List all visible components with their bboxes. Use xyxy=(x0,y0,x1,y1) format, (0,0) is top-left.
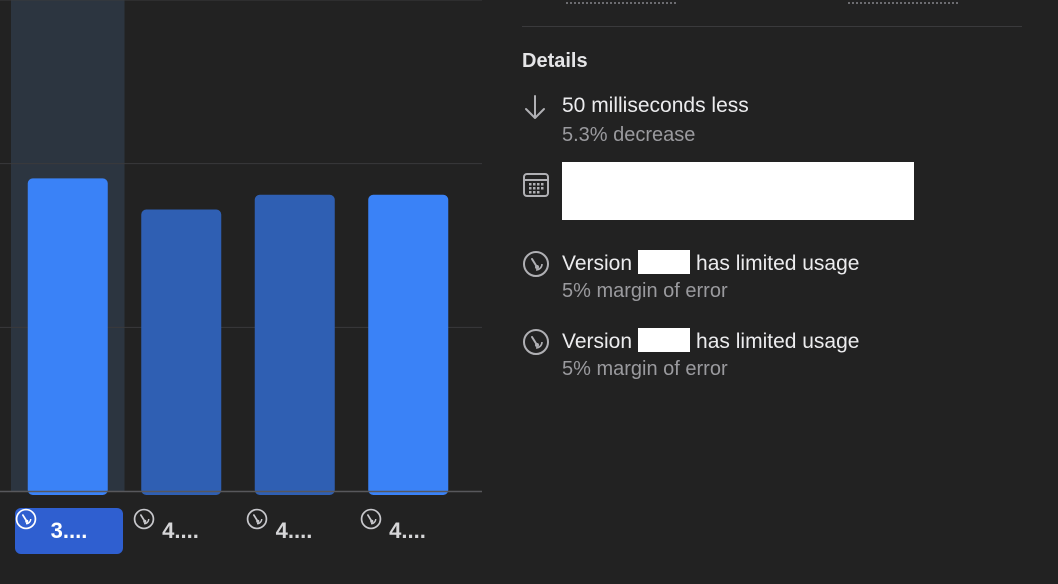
version-selector: 3.... 4.... 4.... 4.... xyxy=(0,508,482,554)
version-tab-label: 3.... xyxy=(50,518,88,543)
bar-chart: 3.... 4.... 4.... 4.... xyxy=(0,0,482,584)
margin-of-error: 5% margin of error xyxy=(562,358,728,380)
version-prefix: Version xyxy=(562,252,633,275)
gauge-icon xyxy=(523,329,549,355)
version-tab[interactable]: 4.... xyxy=(133,508,229,554)
version-tab-label: 4.... xyxy=(389,518,426,543)
change-percent: 5.3% decrease xyxy=(562,124,696,146)
version-usage-text: Version has limited usage xyxy=(562,250,859,276)
gauge-icon xyxy=(523,251,549,277)
version-tab[interactable]: 4.... xyxy=(246,508,342,554)
version-tab[interactable]: 4.... xyxy=(360,508,456,554)
redacted-version xyxy=(638,250,691,274)
gauge-icon xyxy=(246,508,268,530)
chart-bar[interactable] xyxy=(27,178,108,495)
details-panel: Details 50 milliseconds less 5.3% decrea… xyxy=(522,0,1022,584)
arrow-down-icon xyxy=(525,95,545,119)
version-suffix: has limited usage xyxy=(696,330,860,353)
chart-bar[interactable] xyxy=(141,209,222,495)
version-suffix: has limited usage xyxy=(696,252,860,275)
calendar-icon xyxy=(523,173,549,197)
gauge-icon xyxy=(15,508,37,530)
truncated-stat xyxy=(848,0,958,4)
version-tab-label: 4.... xyxy=(275,518,313,543)
gauge-icon xyxy=(133,508,154,530)
chart-plot-area xyxy=(0,0,482,495)
divider xyxy=(522,26,1022,27)
change-amount: 50 milliseconds less xyxy=(562,94,749,117)
version-tab-label: 4.... xyxy=(162,518,199,543)
redacted-version xyxy=(638,328,691,352)
version-prefix: Version xyxy=(562,330,633,353)
details-heading: Details xyxy=(522,50,588,72)
gauge-icon xyxy=(360,508,381,530)
version-tab[interactable]: 3.... xyxy=(15,508,123,554)
redacted-date-range xyxy=(562,162,914,220)
margin-of-error: 5% margin of error xyxy=(562,280,728,302)
version-usage-text: Version has limited usage xyxy=(562,328,859,354)
truncated-stat xyxy=(566,0,676,4)
chart-bar[interactable] xyxy=(254,194,335,495)
chart-bar[interactable] xyxy=(368,194,449,495)
